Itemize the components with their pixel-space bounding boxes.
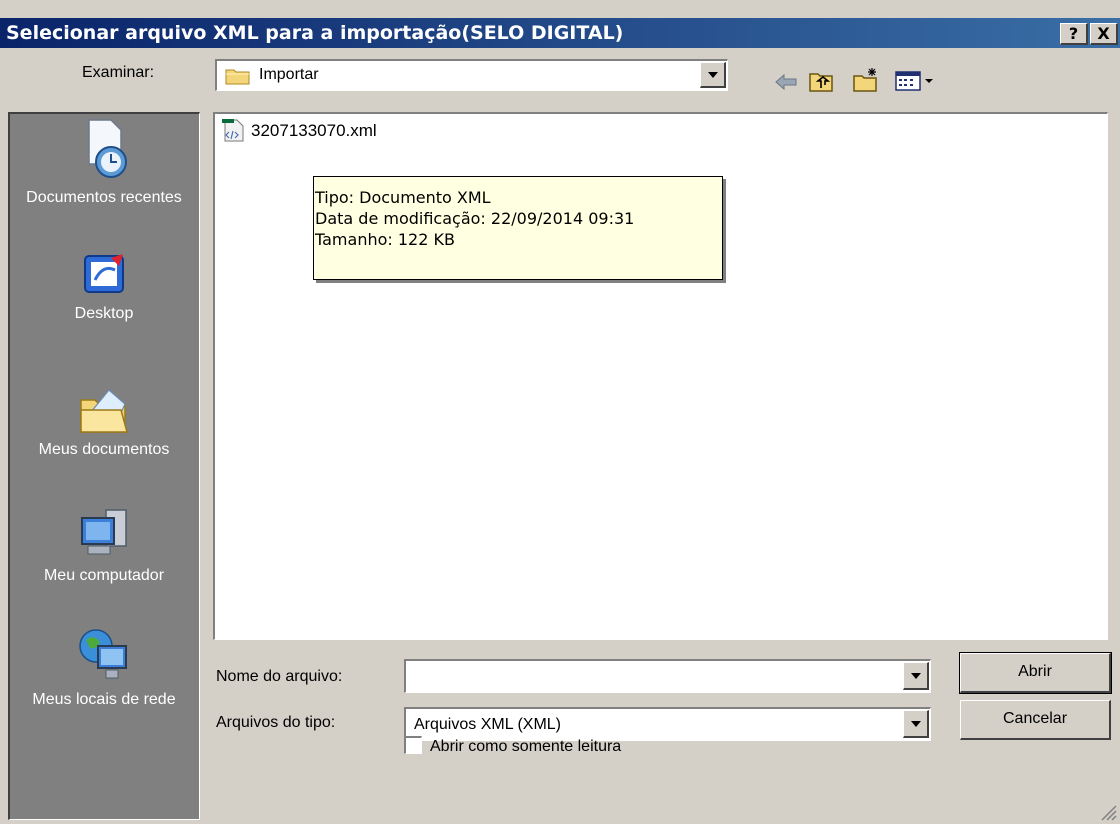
place-label: Documentos recentes bbox=[26, 189, 182, 206]
place-my-computer[interactable]: Meu computador bbox=[10, 506, 198, 586]
file-name: 3207133070.xml bbox=[251, 121, 377, 140]
lookin-dropdown[interactable]: Importar bbox=[215, 59, 728, 91]
filetype-dropdown-button[interactable] bbox=[903, 710, 929, 738]
chevron-down-icon bbox=[910, 672, 921, 679]
xml-file-icon bbox=[222, 119, 244, 142]
cancel-button[interactable]: Cancelar bbox=[960, 700, 1111, 740]
lookin-dropdown-button[interactable] bbox=[700, 62, 726, 88]
place-label: Meus locais de rede bbox=[32, 691, 176, 708]
readonly-label[interactable]: Abrir como somente leitura bbox=[430, 738, 621, 756]
tooltip-modified: Data de modificação: 22/09/2014 09:31 bbox=[315, 209, 635, 228]
lookin-label: Examinar: bbox=[82, 64, 155, 81]
my-documents-icon bbox=[80, 389, 128, 433]
up-folder-icon[interactable] bbox=[808, 70, 834, 94]
help-button[interactable]: ? bbox=[1060, 23, 1088, 45]
filetype-label: Arquivos do tipo: bbox=[216, 714, 336, 731]
readonly-checkbox[interactable] bbox=[404, 736, 422, 754]
chevron-down-icon bbox=[910, 720, 921, 727]
network-places-icon bbox=[79, 629, 127, 679]
place-label: Desktop bbox=[74, 305, 134, 322]
place-my-documents[interactable]: Meus documentos bbox=[10, 384, 198, 460]
resize-grip-icon[interactable] bbox=[1096, 800, 1118, 822]
filetype-value: Arquivos XML (XML) bbox=[414, 716, 561, 733]
back-arrow-icon[interactable] bbox=[774, 72, 800, 92]
lookin-value: Importar bbox=[259, 66, 319, 83]
place-network[interactable]: Meus locais de rede bbox=[10, 626, 198, 710]
window-title: Selecionar arquivo XML para a importação… bbox=[6, 22, 624, 44]
file-info-tooltip: Tipo: Documento XML Data de modificação:… bbox=[313, 176, 723, 280]
my-computer-icon bbox=[81, 509, 127, 555]
tooltip-size: Tamanho: 122 KB bbox=[315, 230, 455, 249]
folder-icon bbox=[225, 69, 250, 85]
desktop-icon bbox=[84, 254, 124, 293]
place-label: Meus documentos bbox=[38, 441, 170, 458]
new-folder-icon[interactable] bbox=[852, 66, 880, 94]
place-label: Meu computador bbox=[43, 567, 165, 584]
filetype-select[interactable]: Arquivos XML (XML) bbox=[404, 707, 931, 741]
places-bar: Documentos recentes Desktop Meus documen… bbox=[8, 112, 200, 820]
open-file-dialog: Selecionar arquivo XML para a importação… bbox=[0, 0, 1120, 824]
tooltip-type: Tipo: Documento XML bbox=[315, 188, 491, 207]
filename-dropdown-button[interactable] bbox=[903, 662, 929, 690]
filename-label: Nome do arquivo: bbox=[216, 668, 343, 685]
place-recent-documents[interactable]: Documentos recentes bbox=[10, 116, 198, 208]
chevron-down-icon bbox=[707, 71, 718, 78]
filename-input[interactable] bbox=[408, 663, 902, 691]
place-desktop[interactable]: Desktop bbox=[10, 250, 198, 324]
filename-combo[interactable] bbox=[404, 659, 931, 693]
open-button[interactable]: Abrir bbox=[959, 652, 1112, 694]
close-button[interactable]: X bbox=[1090, 23, 1118, 45]
title-bar[interactable]: Selecionar arquivo XML para a importação… bbox=[0, 18, 1120, 48]
view-menu-icon[interactable] bbox=[895, 70, 937, 92]
recent-documents-icon bbox=[88, 119, 127, 178]
